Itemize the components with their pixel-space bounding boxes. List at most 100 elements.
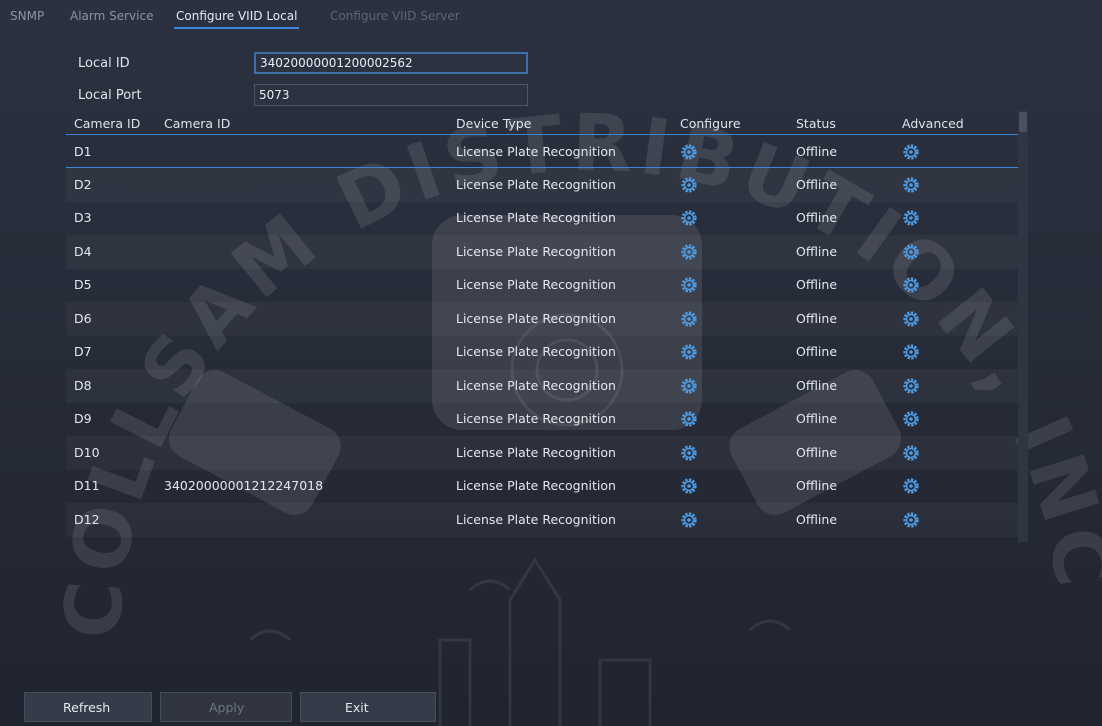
local-id-label: Local ID (78, 56, 130, 71)
device-type-cell: License Plate Recognition (456, 344, 616, 359)
gear-icon (903, 444, 919, 461)
advanced-gear-icon[interactable] (902, 310, 920, 328)
configure-gear-icon[interactable] (680, 176, 698, 194)
tab-alarm-service[interactable]: Alarm Service (70, 9, 153, 23)
advanced-gear-icon[interactable] (902, 243, 920, 261)
gear-icon (903, 144, 919, 160)
header-channel: Camera ID (74, 116, 141, 131)
table-row[interactable]: D3 License Plate Recognition Offline (66, 201, 1018, 235)
device-type-cell: License Plate Recognition (456, 176, 616, 192)
channel-cell: D3 (74, 210, 92, 225)
configure-gear-icon[interactable] (680, 143, 698, 161)
table-row[interactable]: D1 License Plate Recognition Offline (66, 134, 1018, 168)
table-row[interactable]: D6 License Plate Recognition Offline (66, 302, 1018, 336)
status-cell: Offline (796, 210, 838, 225)
advanced-gear-icon[interactable] (902, 343, 920, 361)
gear-icon (681, 478, 697, 494)
device-type-cell: License Plate Recognition (456, 444, 616, 460)
advanced-gear-icon[interactable] (902, 176, 920, 194)
advanced-gear-icon[interactable] (902, 143, 920, 161)
device-type-cell: License Plate Recognition (456, 411, 616, 426)
table-row[interactable]: D9 License Plate Recognition Offline (66, 402, 1018, 436)
header-advanced: Advanced (902, 116, 964, 131)
gear-icon (903, 511, 919, 528)
gear-icon (681, 310, 697, 327)
tab-snmp[interactable]: SNMP (10, 9, 44, 23)
local-port-input[interactable]: 5073 (254, 84, 528, 106)
status-cell: Offline (796, 144, 838, 159)
advanced-gear-icon[interactable] (902, 377, 920, 395)
exit-button[interactable]: Exit (300, 692, 436, 722)
status-cell: Offline (796, 243, 838, 259)
channel-cell: D11 (74, 478, 100, 493)
gear-icon (903, 176, 919, 193)
status-cell: Offline (796, 444, 838, 460)
gear-icon (681, 444, 697, 461)
channel-cell: D1 (74, 144, 92, 159)
status-cell: Offline (796, 377, 838, 393)
table-row[interactable]: D7 License Plate Recognition Offline (66, 335, 1018, 369)
configure-gear-icon[interactable] (680, 410, 698, 428)
channel-cell: D12 (74, 511, 100, 527)
gear-icon (681, 277, 697, 293)
configure-gear-icon[interactable] (680, 343, 698, 361)
channel-cell: D2 (74, 176, 92, 192)
device-type-cell: License Plate Recognition (456, 243, 616, 259)
table-row[interactable]: D2 License Plate Recognition Offline (66, 168, 1018, 202)
configure-gear-icon[interactable] (680, 511, 698, 529)
status-cell: Offline (796, 310, 838, 326)
header-device-type: Device Type (456, 116, 532, 131)
table-scrollbar[interactable] (1018, 110, 1028, 542)
status-cell: Offline (796, 277, 838, 292)
tab-configure-viid-server[interactable]: Configure VIID Server (330, 9, 460, 23)
table-row[interactable]: D5 License Plate Recognition Offline (66, 268, 1018, 302)
table-row[interactable]: D10 License Plate Recognition Offline (66, 436, 1018, 470)
refresh-button[interactable]: Refresh (24, 692, 152, 722)
gear-icon (903, 243, 919, 260)
device-type-cell: License Plate Recognition (456, 210, 616, 225)
header-configure: Configure (680, 116, 741, 131)
device-type-cell: License Plate Recognition (456, 144, 616, 159)
advanced-gear-icon[interactable] (902, 209, 920, 227)
device-type-cell: License Plate Recognition (456, 310, 616, 326)
table-row[interactable]: D12 License Plate Recognition Offline (66, 503, 1018, 537)
channel-cell: D7 (74, 344, 92, 359)
status-cell: Offline (796, 478, 838, 493)
header-status: Status (796, 116, 836, 131)
local-port-label: Local Port (78, 88, 142, 103)
gear-icon (681, 511, 697, 528)
status-cell: Offline (796, 511, 838, 527)
advanced-gear-icon[interactable] (902, 477, 920, 495)
status-cell: Offline (796, 176, 838, 192)
gear-icon (903, 377, 919, 394)
gear-icon (903, 310, 919, 327)
table-row[interactable]: D4 License Plate Recognition Offline (66, 235, 1018, 269)
gear-icon (903, 277, 919, 293)
advanced-gear-icon[interactable] (902, 410, 920, 428)
advanced-gear-icon[interactable] (902, 276, 920, 294)
configure-gear-icon[interactable] (680, 243, 698, 261)
gear-icon (681, 377, 697, 394)
configure-gear-icon[interactable] (680, 477, 698, 495)
configure-gear-icon[interactable] (680, 209, 698, 227)
device-type-cell: License Plate Recognition (456, 377, 616, 393)
channel-cell: D5 (74, 277, 92, 292)
status-cell: Offline (796, 411, 838, 426)
table-row[interactable]: D11 34020000001212247018 License Plate Rec… (66, 469, 1018, 503)
gear-icon (681, 344, 697, 360)
scrollbar-thumb[interactable] (1019, 112, 1027, 132)
local-id-input[interactable]: 34020000001200002562 (254, 52, 528, 74)
configure-gear-icon[interactable] (680, 444, 698, 462)
configure-gear-icon[interactable] (680, 276, 698, 294)
table-row[interactable]: D8 License Plate Recognition Offline (66, 369, 1018, 403)
tab-configure-viid-local[interactable]: Configure VIID Local (173, 9, 300, 29)
camera-table: D1 License Plate Recognition Offline D2 Lice… (66, 134, 1018, 542)
apply-button[interactable]: Apply (160, 692, 292, 722)
advanced-gear-icon[interactable] (902, 511, 920, 529)
gear-icon (903, 411, 919, 427)
configure-gear-icon[interactable] (680, 377, 698, 395)
gear-icon (903, 344, 919, 360)
configure-gear-icon[interactable] (680, 310, 698, 328)
advanced-gear-icon[interactable] (902, 444, 920, 462)
channel-cell: D10 (74, 444, 100, 460)
